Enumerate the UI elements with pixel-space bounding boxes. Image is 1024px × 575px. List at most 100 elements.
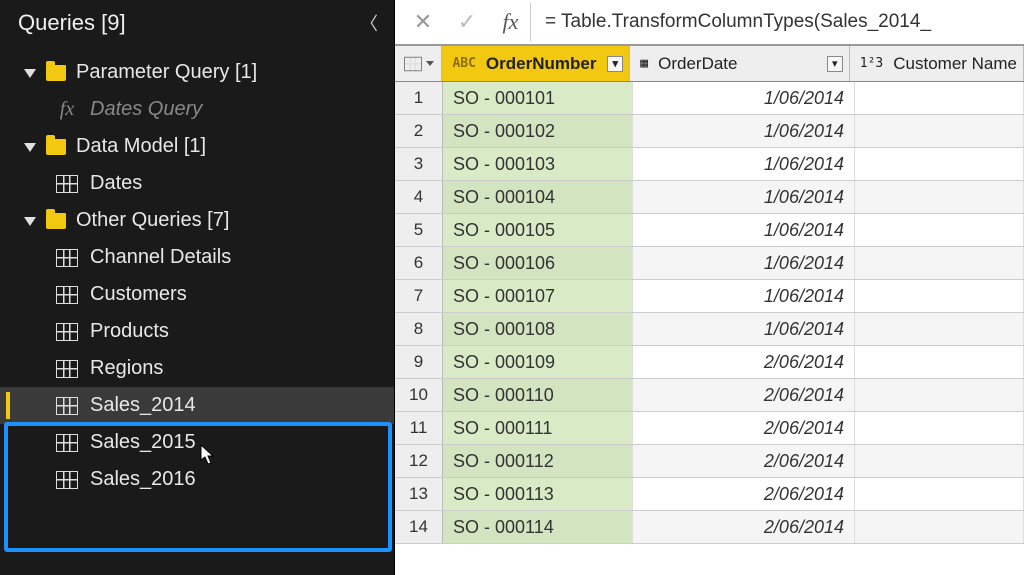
cell-orderdate[interactable]: 1/06/2014 <box>633 214 855 246</box>
row-number[interactable]: 1 <box>395 82 443 114</box>
column-label: Customer Name <box>893 54 1017 74</box>
query-label: Dates Query <box>90 98 202 121</box>
cell-customername[interactable] <box>855 115 1024 147</box>
cell-orderdate[interactable]: 1/06/2014 <box>633 148 855 180</box>
cell-customername[interactable] <box>855 82 1024 114</box>
query-item[interactable]: Products <box>0 313 394 350</box>
cell-customername[interactable] <box>855 511 1024 543</box>
query-item[interactable]: Dates <box>0 165 394 202</box>
query-item[interactable]: Sales_2015 <box>0 424 394 461</box>
cell-customername[interactable] <box>855 379 1024 411</box>
tree-group[interactable]: Other Queries [7] <box>0 202 394 239</box>
row-number[interactable]: 14 <box>395 511 443 543</box>
query-item[interactable]: Sales_2016 <box>0 461 394 498</box>
query-item[interactable]: Sales_2014 <box>0 387 394 424</box>
cell-ordernumber[interactable]: SO - 000111 <box>443 412 633 444</box>
formula-bar: ✕ ✓ fx = Table.TransformColumnTypes(Sale… <box>395 0 1024 46</box>
cell-orderdate[interactable]: 2/06/2014 <box>633 445 855 477</box>
row-number[interactable]: 6 <box>395 247 443 279</box>
cell-orderdate[interactable]: 1/06/2014 <box>633 181 855 213</box>
table-row[interactable]: 6SO - 0001061/06/2014 <box>395 247 1024 280</box>
row-number[interactable]: 2 <box>395 115 443 147</box>
table-row[interactable]: 12SO - 0001122/06/2014 <box>395 445 1024 478</box>
row-number[interactable]: 11 <box>395 412 443 444</box>
cell-ordernumber[interactable]: SO - 000109 <box>443 346 633 378</box>
tree-group[interactable]: Parameter Query [1] <box>0 54 394 91</box>
row-number[interactable]: 9 <box>395 346 443 378</box>
table-row[interactable]: 4SO - 0001041/06/2014 <box>395 181 1024 214</box>
cell-orderdate[interactable]: 2/06/2014 <box>633 511 855 543</box>
row-number[interactable]: 7 <box>395 280 443 312</box>
cell-ordernumber[interactable]: SO - 000101 <box>443 82 633 114</box>
fx-icon[interactable]: fx <box>491 3 531 41</box>
commit-formula-icon[interactable]: ✓ <box>447 3 487 41</box>
collapse-sidebar-icon[interactable]: 〈 <box>360 10 378 36</box>
table-row[interactable]: 14SO - 0001142/06/2014 <box>395 511 1024 544</box>
cell-ordernumber[interactable]: SO - 000103 <box>443 148 633 180</box>
query-item[interactable]: fxDates Query <box>0 91 394 128</box>
cell-ordernumber[interactable]: SO - 000107 <box>443 280 633 312</box>
cell-customername[interactable] <box>855 214 1024 246</box>
column-header-ordernumber[interactable]: ABC OrderNumber ▾ <box>442 46 630 81</box>
table-row[interactable]: 7SO - 0001071/06/2014 <box>395 280 1024 313</box>
select-all-corner[interactable] <box>395 46 442 81</box>
group-label: Parameter Query [1] <box>76 61 257 84</box>
cell-orderdate[interactable]: 2/06/2014 <box>633 346 855 378</box>
column-header-orderdate[interactable]: ▦ OrderDate ▾ <box>630 46 849 81</box>
cell-ordernumber[interactable]: SO - 000114 <box>443 511 633 543</box>
row-number[interactable]: 4 <box>395 181 443 213</box>
table-row[interactable]: 13SO - 0001132/06/2014 <box>395 478 1024 511</box>
cell-customername[interactable] <box>855 412 1024 444</box>
query-label: Customers <box>90 283 187 306</box>
cell-customername[interactable] <box>855 181 1024 213</box>
tree-group[interactable]: Data Model [1] <box>0 128 394 165</box>
row-number[interactable]: 3 <box>395 148 443 180</box>
query-item[interactable]: Channel Details <box>0 239 394 276</box>
cell-customername[interactable] <box>855 148 1024 180</box>
row-number[interactable]: 10 <box>395 379 443 411</box>
cell-customername[interactable] <box>855 280 1024 312</box>
column-header-customername[interactable]: 1²3 Customer Name <box>850 46 1024 81</box>
cell-ordernumber[interactable]: SO - 000113 <box>443 478 633 510</box>
queries-header: Queries [9] 〈 <box>0 0 394 48</box>
filter-dropdown-icon[interactable]: ▾ <box>607 56 623 72</box>
row-number[interactable]: 12 <box>395 445 443 477</box>
cancel-formula-icon[interactable]: ✕ <box>403 3 443 41</box>
table-row[interactable]: 11SO - 0001112/06/2014 <box>395 412 1024 445</box>
row-number[interactable]: 13 <box>395 478 443 510</box>
cell-ordernumber[interactable]: SO - 000108 <box>443 313 633 345</box>
table-row[interactable]: 9SO - 0001092/06/2014 <box>395 346 1024 379</box>
row-number[interactable]: 8 <box>395 313 443 345</box>
table-row[interactable]: 2SO - 0001021/06/2014 <box>395 115 1024 148</box>
cell-ordernumber[interactable]: SO - 000110 <box>443 379 633 411</box>
cell-orderdate[interactable]: 2/06/2014 <box>633 379 855 411</box>
cell-customername[interactable] <box>855 346 1024 378</box>
cell-orderdate[interactable]: 1/06/2014 <box>633 247 855 279</box>
table-row[interactable]: 8SO - 0001081/06/2014 <box>395 313 1024 346</box>
row-number[interactable]: 5 <box>395 214 443 246</box>
cell-ordernumber[interactable]: SO - 000105 <box>443 214 633 246</box>
cell-orderdate[interactable]: 1/06/2014 <box>633 280 855 312</box>
chevron-down-icon <box>426 61 434 66</box>
cell-customername[interactable] <box>855 478 1024 510</box>
cell-ordernumber[interactable]: SO - 000106 <box>443 247 633 279</box>
table-row[interactable]: 10SO - 0001102/06/2014 <box>395 379 1024 412</box>
cell-orderdate[interactable]: 1/06/2014 <box>633 82 855 114</box>
cell-customername[interactable] <box>855 247 1024 279</box>
cell-ordernumber[interactable]: SO - 000102 <box>443 115 633 147</box>
cell-ordernumber[interactable]: SO - 000112 <box>443 445 633 477</box>
filter-dropdown-icon[interactable]: ▾ <box>827 56 843 72</box>
table-row[interactable]: 1SO - 0001011/06/2014 <box>395 82 1024 115</box>
cell-customername[interactable] <box>855 445 1024 477</box>
table-row[interactable]: 5SO - 0001051/06/2014 <box>395 214 1024 247</box>
query-item[interactable]: Regions <box>0 350 394 387</box>
formula-input[interactable]: = Table.TransformColumnTypes(Sales_2014_ <box>535 11 1016 33</box>
query-item[interactable]: Customers <box>0 276 394 313</box>
cell-orderdate[interactable]: 2/06/2014 <box>633 412 855 444</box>
cell-orderdate[interactable]: 1/06/2014 <box>633 115 855 147</box>
table-row[interactable]: 3SO - 0001031/06/2014 <box>395 148 1024 181</box>
cell-orderdate[interactable]: 1/06/2014 <box>633 313 855 345</box>
cell-customername[interactable] <box>855 313 1024 345</box>
cell-ordernumber[interactable]: SO - 000104 <box>443 181 633 213</box>
cell-orderdate[interactable]: 2/06/2014 <box>633 478 855 510</box>
